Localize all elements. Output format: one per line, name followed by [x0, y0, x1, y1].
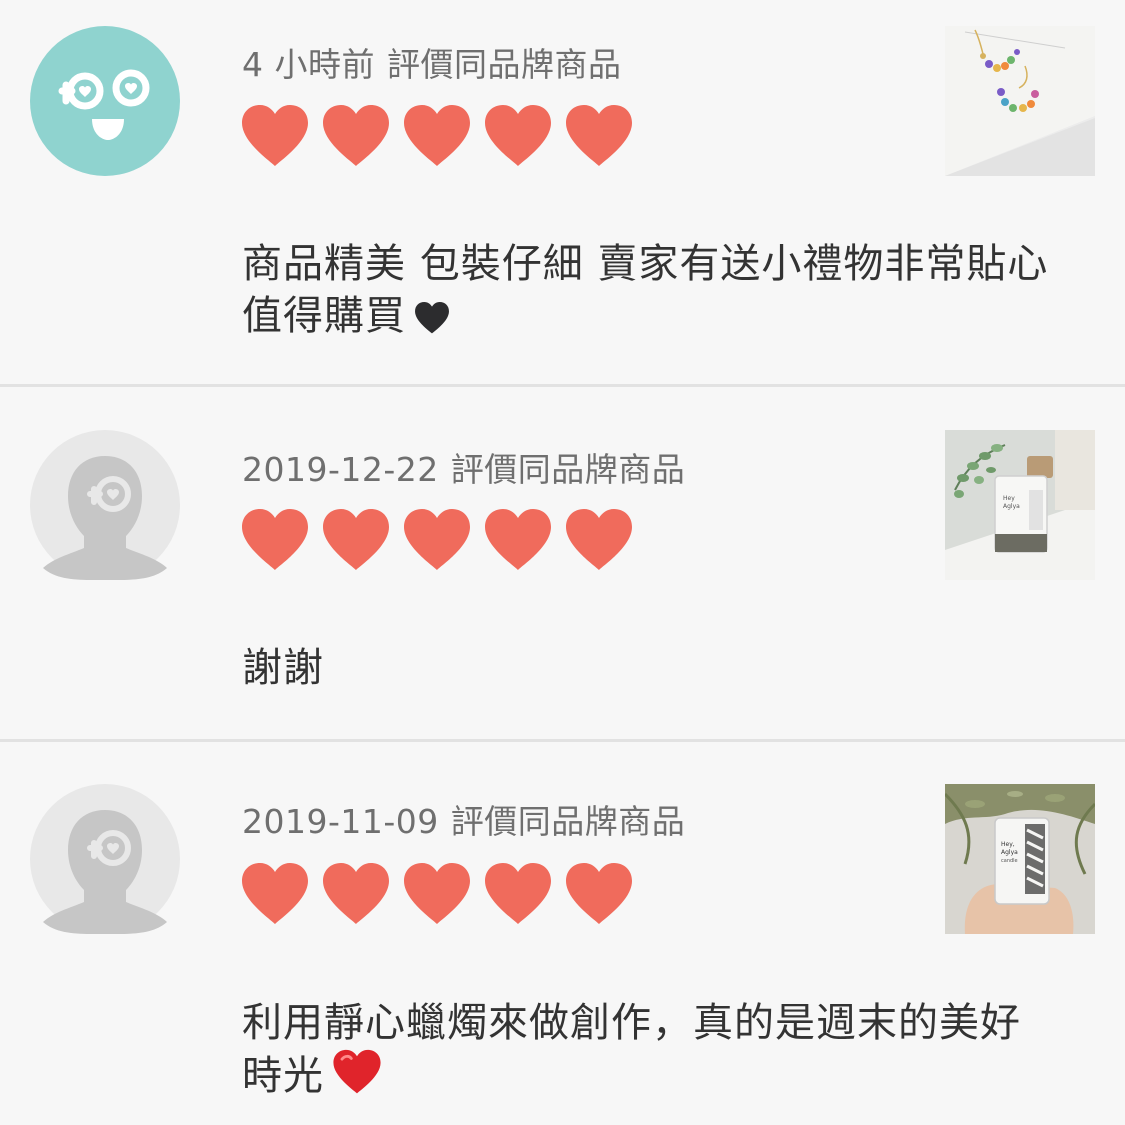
review-meta: 2019-12-22 評價同品牌商品: [242, 443, 685, 491]
black-heart-icon: [415, 302, 449, 334]
review-label: 評價同品牌商品: [387, 45, 622, 84]
comment-line: 商品精美 包裝仔細 賣家有送小禮物非常貼心: [242, 241, 1049, 287]
heart-icon: [402, 104, 472, 168]
heart-icon: [564, 862, 634, 926]
review-time: 2019-11-09: [242, 802, 439, 841]
heart-icon: [321, 104, 391, 168]
review-item: 4 小時前 評價同品牌商品 商品精美 包裝仔細 賣家有送小禮物非常貼心 值得購買: [0, 0, 1125, 384]
svg-text:candle: candle: [1001, 858, 1018, 864]
review-meta: 4 小時前 評價同品牌商品: [242, 38, 622, 86]
heart-icon: [321, 508, 391, 572]
heart-icon: [402, 862, 472, 926]
rating-hearts: [240, 508, 640, 572]
review-item: 2019-11-09 評價同品牌商品 Hey, Aglya candle 利用靜心…: [0, 742, 1125, 1125]
rating-hearts: [240, 104, 640, 168]
red-heart-icon: [333, 1049, 381, 1094]
heart-icon: [483, 862, 553, 926]
heart-icon: [564, 104, 634, 168]
review-comment: 謝謝: [242, 642, 1092, 694]
svg-text:Hey: Hey: [1003, 495, 1015, 502]
review-time: 2019-12-22: [242, 450, 439, 489]
review-time: 4 小時前: [242, 45, 375, 84]
svg-text:Aglya: Aglya: [1003, 503, 1020, 510]
heart-icon: [240, 508, 310, 572]
rating-hearts: [240, 862, 640, 926]
svg-text:Hey,: Hey,: [1001, 841, 1015, 848]
product-thumbnail[interactable]: Hey Aglya: [945, 430, 1095, 580]
heart-icon: [240, 862, 310, 926]
comment-line: 謝謝: [242, 645, 324, 691]
review-label: 評價同品牌商品: [450, 802, 686, 841]
review-comment: 利用靜心蠟燭來做創作，真的是週末的美好 時光: [242, 997, 1092, 1102]
comment-line: 值得購買: [242, 293, 406, 339]
reviewer-avatar[interactable]: [30, 784, 180, 934]
heart-icon: [483, 508, 553, 572]
product-thumbnail[interactable]: Hey, Aglya candle: [945, 784, 1095, 934]
svg-text:Aglya: Aglya: [1001, 849, 1018, 856]
heart-icon: [564, 508, 634, 572]
heart-icon: [321, 862, 391, 926]
review-item: 2019-12-22 評價同品牌商品 Hey Aglya 謝謝: [0, 387, 1125, 739]
reviewer-avatar[interactable]: [30, 26, 180, 176]
review-meta: 2019-11-09 評價同品牌商品: [242, 795, 685, 843]
reviewer-avatar[interactable]: [30, 430, 180, 580]
heart-icon: [402, 508, 472, 572]
review-label: 評價同品牌商品: [450, 450, 686, 489]
product-thumbnail[interactable]: [945, 26, 1095, 176]
comment-line: 利用靜心蠟燭來做創作，真的是週末的美好: [242, 1000, 1021, 1046]
heart-icon: [483, 104, 553, 168]
heart-icon: [240, 104, 310, 168]
review-comment: 商品精美 包裝仔細 賣家有送小禮物非常貼心 值得購買: [242, 238, 1092, 342]
comment-line: 時光: [242, 1053, 324, 1099]
